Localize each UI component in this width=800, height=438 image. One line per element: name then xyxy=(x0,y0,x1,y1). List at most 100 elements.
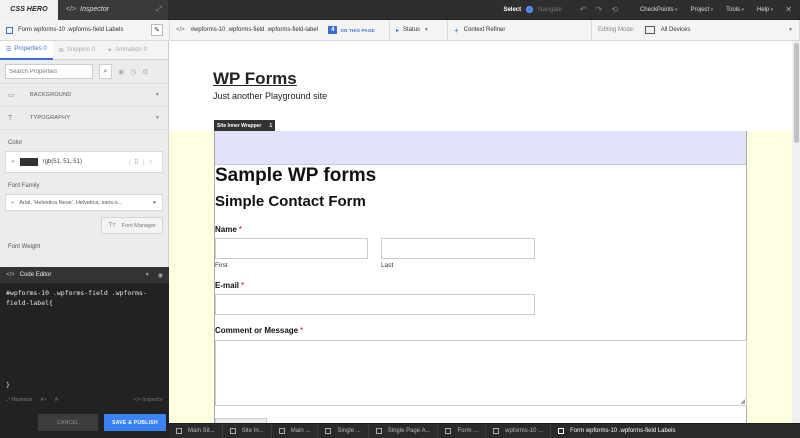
chevron-down-icon[interactable]: ▼ xyxy=(145,272,150,278)
font-decrease-button[interactable]: A- xyxy=(55,397,60,403)
font-manager-row: Tт Font Manager xyxy=(0,211,168,234)
expand-icon[interactable]: ⤢ xyxy=(156,6,162,14)
target-selector[interactable]: Form wpforms-10 .wpforms-field Labels ✎ xyxy=(0,19,170,41)
mode-toggle[interactable]: Select Navigate xyxy=(503,6,562,13)
mode-navigate-label[interactable]: Navigate xyxy=(538,7,562,13)
form-title[interactable]: Simple Contact Form xyxy=(215,193,366,210)
tab-snippets-count: 0 xyxy=(91,47,96,53)
context-refiner[interactable]: + Context Refiner xyxy=(448,19,592,41)
reset-dot-icon[interactable]: ● xyxy=(11,159,15,165)
breadcrumb-label: wpforms-10 ... xyxy=(505,428,544,434)
scrollbar-thumb[interactable] xyxy=(794,43,799,143)
cancel-button[interactable]: CANCEL xyxy=(38,414,98,431)
breadcrumb-item[interactable]: Single Page A... xyxy=(369,423,439,438)
top-menu: CheckPoints Project Tools Help xyxy=(640,7,773,13)
reset-dot-icon[interactable]: ● xyxy=(11,200,14,206)
device-select[interactable]: All Devices xyxy=(661,27,784,33)
font-family-select[interactable]: ● Arial, 'Helvetica Neue', Helvetica, sa… xyxy=(5,194,163,211)
redo-icon[interactable]: ↷ xyxy=(596,5,603,14)
breadcrumb-item[interactable]: Main ... xyxy=(272,423,319,438)
resize-grip-icon[interactable]: ◢ xyxy=(740,398,745,405)
top-bar: CSS HERO </> Inspector ⤢ Select Navigate… xyxy=(0,0,800,20)
eye-icon[interactable]: ◉ xyxy=(158,272,163,279)
selector-text: #wpforms-10 .wpforms-field .wpforms-fiel… xyxy=(190,27,319,33)
font-family-value: Arial, 'Helvetica Neue', Helvetica, sans… xyxy=(19,199,123,206)
eye-icon[interactable]: ◉ xyxy=(118,68,124,76)
breadcrumb-item[interactable]: Form ... xyxy=(438,423,487,438)
mode-toggle-dot[interactable] xyxy=(526,6,534,13)
search-properties-input[interactable] xyxy=(5,64,93,79)
font-increase-button[interactable]: A+ xyxy=(41,397,47,403)
section-background-label: BACKGROUND xyxy=(30,92,72,98)
on-this-page-label: ON THIS PAGE xyxy=(340,27,375,33)
status-dropdown[interactable]: ▸ Status ▼ xyxy=(390,19,448,41)
tab-animation[interactable]: ✦ Animation 0 xyxy=(101,41,153,60)
color-picker-icon[interactable]: ⁘ xyxy=(143,158,157,166)
breadcrumb-item[interactable]: Site In... xyxy=(223,423,272,438)
comment-textarea[interactable]: ◢ xyxy=(215,340,747,406)
code-textarea[interactable]: #wpforms-10 .wpforms-field .wpforms-fiel… xyxy=(0,283,169,381)
menu-tools[interactable]: Tools xyxy=(726,7,744,13)
selector-path[interactable]: </> #wpforms-10 .wpforms-field .wpforms-… xyxy=(170,19,390,41)
site-inner-wrapper-tag[interactable]: Site Inner Wrapper 1 xyxy=(214,120,276,131)
element-icon xyxy=(558,428,565,434)
color-swatch[interactable] xyxy=(19,158,38,166)
name-field-label[interactable]: Name * xyxy=(215,225,242,234)
section-background[interactable]: ▭ BACKGROUND ▼ xyxy=(0,84,168,107)
editing-mode[interactable]: Editing Mode: All Devices ▼ xyxy=(592,19,800,41)
tab-properties[interactable]: ☰ Properties 0 xyxy=(0,41,53,60)
mode-select-label[interactable]: Select xyxy=(503,7,521,13)
code-editor-header[interactable]: </> Code Editor ▼ ◉ xyxy=(0,267,169,283)
menu-checkpoints[interactable]: CheckPoints xyxy=(640,7,678,13)
tab-snippets[interactable]: ⊞ Snippets 0 xyxy=(53,41,101,60)
breadcrumb-current[interactable]: Form wpforms-10 .wpforms-field Labels xyxy=(551,424,682,438)
email-input[interactable] xyxy=(215,294,535,315)
last-name-input[interactable] xyxy=(381,238,535,259)
comment-field-label[interactable]: Comment or Message * xyxy=(215,326,303,335)
editor-actions: CANCEL SAVE & PUBLISH xyxy=(0,414,169,434)
code-icon: </> xyxy=(6,272,15,278)
code-closing-brace[interactable]: } xyxy=(0,381,169,393)
save-publish-button[interactable]: SAVE & PUBLISH xyxy=(104,414,166,431)
email-field-label[interactable]: E-mail * xyxy=(215,281,244,290)
match-count-badge: 4 xyxy=(328,26,338,34)
font-manager-button[interactable]: Tт Font Manager xyxy=(101,217,163,234)
inspector-tab[interactable]: </> Inspector ⤢ xyxy=(58,0,168,20)
history-icon[interactable]: ◷ xyxy=(130,68,136,76)
settings-icon[interactable]: ⚙ xyxy=(142,68,148,76)
inspector-toggle[interactable]: </> Inspector xyxy=(134,397,163,403)
section-typography[interactable]: T TYPOGRAPHY ▼ xyxy=(0,107,168,130)
element-icon xyxy=(445,428,452,434)
site-tagline: Just another Playground site xyxy=(213,91,328,101)
properties-panel: ☰ Properties 0 ⊞ Snippets 0 ✦ Animation … xyxy=(0,41,169,267)
site-title[interactable]: WP Forms xyxy=(213,69,297,89)
reset-icon[interactable]: ⟲ xyxy=(611,5,618,14)
maximize-button[interactable]: ⤢ Maximize xyxy=(6,397,33,403)
code-editor-title: Code Editor xyxy=(19,272,52,278)
snippets-icon: ⊞ xyxy=(58,47,64,54)
color-value[interactable]: rgb(51, 51, 51) xyxy=(43,159,129,165)
element-icon xyxy=(325,428,332,434)
undo-icon[interactable]: ↶ xyxy=(580,5,587,14)
first-name-input[interactable] xyxy=(215,238,368,259)
preview-scrollbar[interactable] xyxy=(792,41,800,423)
tab-animation-count: 0 xyxy=(143,47,147,53)
search-icon[interactable]: ⌕ xyxy=(99,64,112,79)
breadcrumb-label: Main ... xyxy=(290,428,311,434)
padding-highlight xyxy=(215,131,746,165)
section-typography-label: TYPOGRAPHY xyxy=(30,115,71,121)
breadcrumb-label: Single ... xyxy=(337,428,361,434)
breadcrumb-item[interactable]: wpforms-10 ... xyxy=(486,423,552,438)
edit-pencil-icon[interactable]: ✎ xyxy=(151,24,163,36)
page-heading[interactable]: Sample WP forms xyxy=(215,165,376,187)
color-field[interactable]: ● rgb(51, 51, 51) ⠿ ⁘ xyxy=(5,151,163,173)
css-hero-logo: CSS HERO xyxy=(0,0,58,20)
wrapper-tag-count: 1 xyxy=(269,122,273,129)
menu-help[interactable]: Help xyxy=(757,7,773,13)
close-icon[interactable]: ✕ xyxy=(785,5,792,14)
breadcrumb-item[interactable]: Main Sit... xyxy=(169,423,223,438)
menu-project[interactable]: Project xyxy=(691,7,714,13)
site-inner-wrapper[interactable]: Sample WP forms Simple Contact Form Name… xyxy=(214,131,747,423)
palette-grid-icon[interactable]: ⠿ xyxy=(129,158,143,166)
breadcrumb-item[interactable]: Single ... xyxy=(318,423,369,438)
